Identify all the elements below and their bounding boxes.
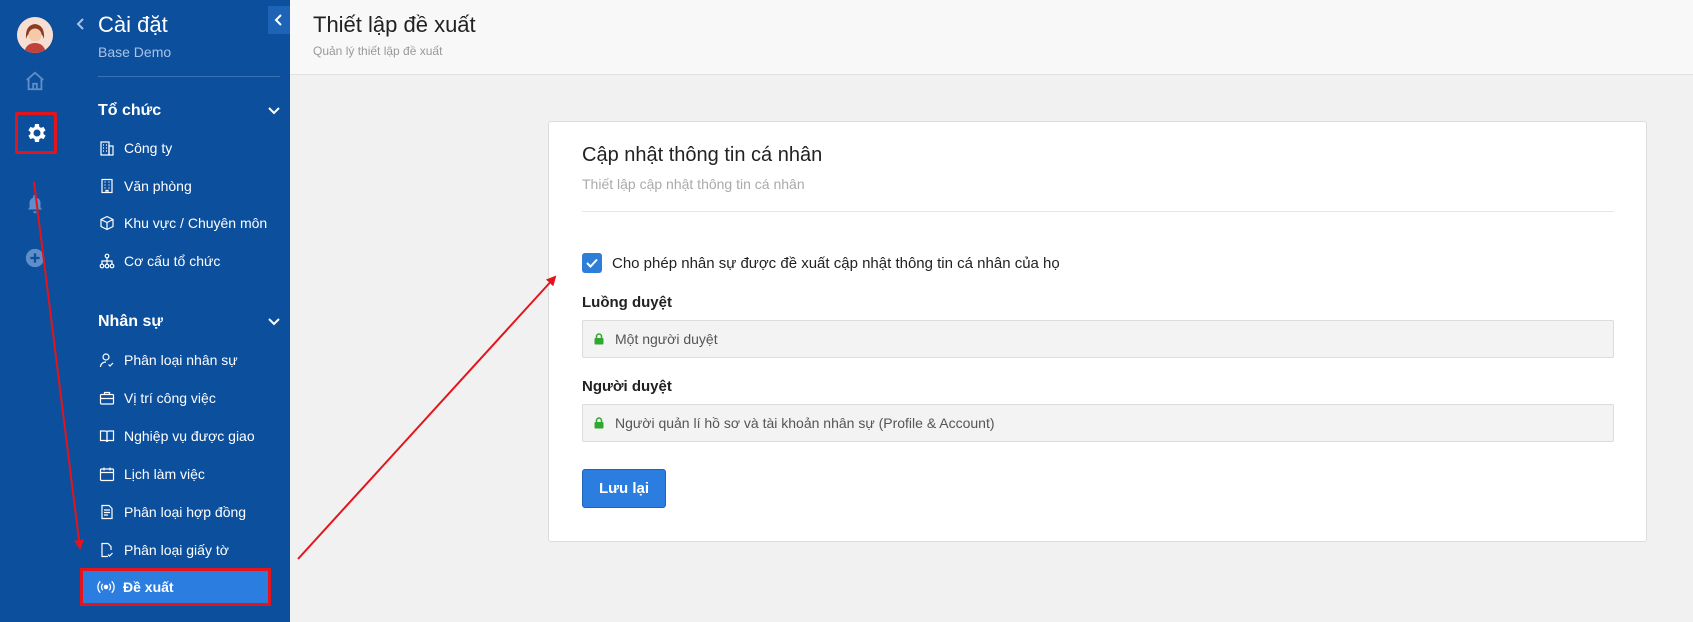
back-chevron-icon[interactable]: [76, 17, 86, 35]
sidebar-item-label: Đề xuất: [123, 579, 174, 595]
section-label: Nhân sự: [98, 313, 163, 330]
sidebar-item-label: Công ty: [124, 140, 173, 156]
sidebar-item-nghiep-vu[interactable]: Nghiệp vụ được giao: [98, 424, 280, 448]
sidebar-item-label: Vị trí công việc: [124, 390, 216, 406]
allow-update-row[interactable]: Cho phép nhân sự được đề xuất cập nhật t…: [582, 253, 1060, 273]
briefcase-icon: [98, 389, 116, 407]
flow-label: Luồng duyệt: [582, 294, 672, 311]
sidebar-item-phan-loai-nhan-su[interactable]: Phân loại nhân sự: [98, 348, 280, 372]
sidebar-item-van-phong[interactable]: Văn phòng: [98, 174, 280, 198]
sidebar-item-phan-loai-giay-to[interactable]: Phân loại giấy tờ: [98, 538, 280, 562]
sidebar-item-lich-lam-viec[interactable]: Lịch làm việc: [98, 462, 280, 486]
user-check-icon: [98, 351, 116, 369]
contract-icon: [98, 503, 116, 521]
settings-card: Cập nhật thông tin cá nhân Thiết lập cập…: [548, 121, 1647, 542]
section-to-chuc[interactable]: Tổ chức: [98, 102, 280, 120]
icon-rail: [0, 0, 70, 622]
org-chart-icon: [98, 252, 116, 270]
sidebar-item-co-cau[interactable]: Cơ cấu tổ chức: [98, 249, 280, 273]
bell-icon[interactable]: [21, 190, 49, 218]
chevron-down-icon: [268, 318, 280, 326]
save-button[interactable]: Lưu lại: [582, 469, 666, 508]
cube-icon: [98, 214, 116, 232]
approver-value: Người quản lí hồ sơ và tài khoản nhân sự…: [615, 415, 995, 431]
page-title: Thiết lập đề xuất: [313, 12, 476, 37]
check-icon: [586, 258, 598, 268]
broadcast-icon: [97, 578, 115, 596]
document-check-icon: [98, 541, 116, 559]
section-nhan-su[interactable]: Nhân sự: [98, 313, 280, 331]
sidebar-item-label: Phân loại giấy tờ: [124, 542, 229, 558]
sidebar-divider: [98, 76, 280, 77]
approver-label: Người duyệt: [582, 378, 672, 395]
sidebar-item-label: Khu vực / Chuyên môn: [124, 215, 268, 231]
approver-field: Người quản lí hồ sơ và tài khoản nhân sự…: [582, 404, 1614, 442]
sidebar-item-label: Cơ cấu tổ chức: [124, 253, 221, 269]
home-icon[interactable]: [21, 67, 49, 95]
sidebar-item-vi-tri-cong-viec[interactable]: Vị trí công việc: [98, 386, 280, 410]
sidebar-subtitle: Base Demo: [98, 44, 172, 60]
sidebar-item-label: Nghiệp vụ được giao: [124, 428, 255, 444]
lock-icon: [594, 417, 604, 429]
building-icon: [98, 139, 116, 157]
sidebar-item-khu-vuc[interactable]: Khu vực / Chuyên môn: [98, 211, 280, 235]
sidebar-item-phan-loai-hop-dong[interactable]: Phân loại hợp đồng: [98, 500, 280, 524]
gear-icon[interactable]: [15, 112, 57, 154]
calendar-icon: [98, 465, 116, 483]
flow-field: Một người duyệt: [582, 320, 1614, 358]
card-title: Cập nhật thông tin cá nhân: [582, 144, 823, 166]
office-icon: [98, 177, 116, 195]
lock-icon: [594, 333, 604, 345]
chevron-down-icon: [268, 107, 280, 115]
sidebar-item-label: Văn phòng: [124, 178, 192, 194]
sidebar-item-de-xuat[interactable]: Đề xuất: [80, 568, 271, 606]
arrow-de-xuat-to-card: [297, 275, 557, 560]
page-header: Thiết lập đề xuất Quản lý thiết lập đề x…: [290, 0, 1693, 75]
sidebar-item-label: Lịch làm việc: [124, 466, 205, 482]
allow-update-checkbox[interactable]: [582, 253, 602, 273]
sidebar-item-cong-ty[interactable]: Công ty: [98, 136, 280, 160]
card-divider: [582, 211, 1614, 212]
settings-sidebar: Cài đặt Base Demo Tổ chức Công ty Văn ph…: [70, 0, 290, 622]
checkbox-label: Cho phép nhân sự được đề xuất cập nhật t…: [612, 254, 1060, 272]
sidebar-item-label: Phân loại hợp đồng: [124, 504, 247, 520]
avatar[interactable]: [17, 17, 53, 53]
collapse-sidebar-button[interactable]: [268, 6, 290, 34]
card-subtitle: Thiết lập cập nhật thông tin cá nhân: [582, 176, 805, 192]
sidebar-title: Cài đặt: [98, 12, 168, 37]
sidebar-item-label: Phân loại nhân sự: [124, 352, 238, 368]
add-circle-icon[interactable]: [21, 244, 49, 272]
page-subtitle: Quản lý thiết lập đề xuất: [313, 44, 443, 58]
flow-value: Một người duyệt: [615, 331, 718, 347]
section-label: Tổ chức: [98, 102, 162, 119]
book-icon: [98, 427, 116, 445]
